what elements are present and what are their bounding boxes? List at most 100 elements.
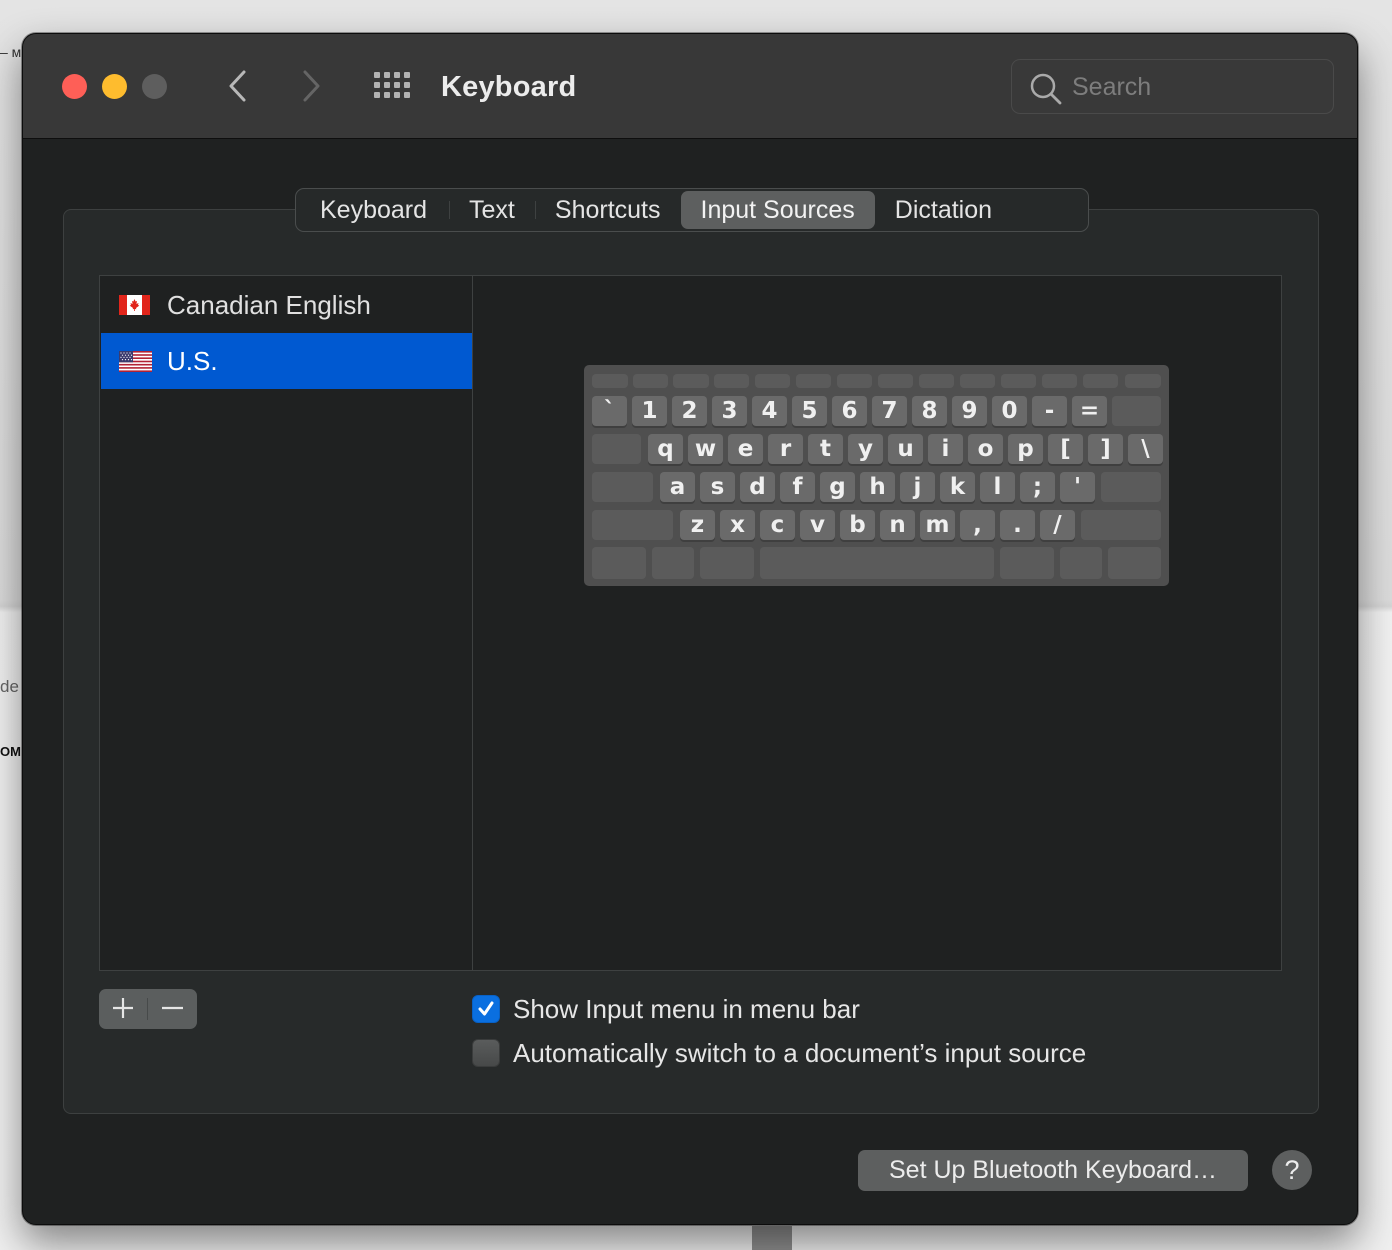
key-i: i [928, 434, 963, 464]
plus-icon [113, 998, 133, 1018]
key-5: 4 [752, 396, 787, 426]
key-e: e [728, 434, 763, 464]
key-,: , [960, 510, 995, 540]
option-key [1060, 547, 1102, 579]
key-8: 7 [872, 396, 907, 426]
key-w: w [688, 434, 723, 464]
function-key [755, 374, 790, 388]
key-o: o [968, 434, 1003, 464]
show-input-menu-option[interactable]: Show Input menu in menu bar [472, 994, 860, 1024]
command-key [1000, 547, 1054, 579]
key-y: y [848, 434, 883, 464]
key-[: [ [1048, 434, 1083, 464]
background-text-fragment: – м [0, 44, 22, 60]
grid-icon [374, 72, 410, 98]
function-key [673, 374, 709, 388]
zoom-button[interactable] [142, 74, 167, 99]
keyboard-preferences-window: Keyboard Keyboard Text Shortcuts Input S… [22, 33, 1358, 1225]
auto-switch-checkbox[interactable] [472, 1039, 500, 1067]
add-input-source-button[interactable] [99, 989, 148, 1029]
chevron-right-icon [303, 70, 320, 102]
chevron-left-icon [229, 70, 246, 102]
tab-input-sources[interactable]: Input Sources [680, 191, 875, 229]
key-b: b [840, 510, 875, 540]
key-q: q [648, 434, 683, 464]
key-f: f [780, 472, 815, 502]
setup-bluetooth-keyboard-button[interactable]: Set Up Bluetooth Keyboard… [858, 1150, 1248, 1191]
key-3: 2 [672, 396, 707, 426]
key-u: u [888, 434, 923, 464]
function-key [1125, 374, 1161, 388]
background-window-fragment [752, 1226, 792, 1250]
key-v: v [800, 510, 835, 540]
input-source-list[interactable]: Canadian English U.S. [99, 275, 473, 971]
fn-key [592, 547, 646, 579]
key-t: t [808, 434, 843, 464]
function-key [1083, 374, 1118, 388]
key-m: m [920, 510, 955, 540]
show-input-menu-label: Show Input menu in menu bar [513, 993, 860, 1024]
key-j: j [900, 472, 935, 502]
key-4: 3 [712, 396, 747, 426]
key-r: r [768, 434, 803, 464]
key-d: d [740, 472, 775, 502]
window-title: Keyboard [441, 71, 577, 103]
key-.: . [1000, 510, 1035, 540]
auto-switch-option[interactable]: Automatically switch to a document’s inp… [472, 1038, 1086, 1068]
minimize-button[interactable] [102, 74, 127, 99]
keyboard-layout-preview: ` 1 2 3 4 5 6 7 8 9 0- = q w e r t y u i o p[] \ a s d f g h j k l; ' z x c… [472, 275, 1282, 971]
key-h: h [860, 472, 895, 502]
key-\: \ [1128, 434, 1163, 464]
show-all-button[interactable] [373, 71, 413, 101]
key-n: n [880, 510, 915, 540]
minus-icon [162, 1006, 183, 1010]
us-flag-icon [119, 351, 152, 372]
search-field[interactable] [1011, 59, 1334, 114]
key-11: 0 [992, 396, 1027, 426]
right-shift-key [1081, 510, 1161, 540]
list-item-label: Canadian English [167, 290, 371, 320]
tab-keyboard[interactable]: Keyboard [298, 191, 451, 229]
back-button[interactable] [222, 67, 252, 105]
checkmark-icon [478, 1001, 494, 1016]
space-bar [760, 547, 994, 579]
key-;: ; [1020, 472, 1055, 502]
key-k: k [940, 472, 975, 502]
tab-dictation[interactable]: Dictation [875, 191, 1012, 229]
tab-shortcuts[interactable]: Shortcuts [535, 191, 681, 229]
key-s: s [700, 472, 735, 502]
delete-key [1112, 396, 1161, 426]
key-c: c [760, 510, 795, 540]
list-item-us[interactable]: U.S. [101, 333, 472, 389]
forward-button[interactable] [297, 67, 327, 105]
key-1: ` [592, 396, 627, 426]
list-item-label: U.S. [167, 346, 218, 376]
function-key [1001, 374, 1036, 388]
show-input-menu-checkbox[interactable] [472, 995, 500, 1023]
function-key [633, 374, 668, 388]
search-icon [1030, 73, 1062, 105]
auto-switch-label: Automatically switch to a document’s inp… [513, 1037, 1087, 1068]
key-z: z [680, 510, 715, 540]
key-x: x [720, 510, 755, 540]
search-input[interactable] [1072, 68, 1322, 106]
function-key [837, 374, 872, 388]
key-13: = [1072, 396, 1107, 426]
list-item-canadian-english[interactable]: Canadian English [101, 277, 472, 333]
key-10: 9 [952, 396, 987, 426]
canada-flag-icon [119, 295, 150, 315]
function-key [1042, 374, 1077, 388]
background-text-fragment: OM [0, 744, 21, 759]
tab-text[interactable]: Text [449, 191, 536, 229]
function-key [796, 374, 831, 388]
function-key [714, 374, 749, 388]
remove-input-source-button[interactable] [148, 989, 197, 1029]
key-l: l [980, 472, 1015, 502]
return-key [1101, 472, 1161, 502]
help-button[interactable]: ? [1272, 1150, 1312, 1190]
close-button[interactable] [62, 74, 87, 99]
left-shift-key [592, 510, 673, 540]
key-]: ] [1088, 434, 1123, 464]
key-2: 1 [632, 396, 667, 426]
keyboard-diagram: ` 1 2 3 4 5 6 7 8 9 0- = q w e r t y u i o p[] \ a s d f g h j k l; ' z x c… [584, 365, 1169, 586]
